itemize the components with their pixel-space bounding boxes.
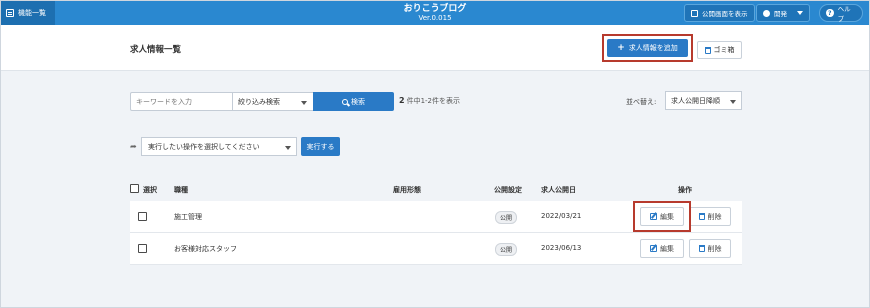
run-action-button[interactable]: 実行する bbox=[301, 137, 340, 156]
sort-label: 並べ替え: bbox=[626, 98, 657, 106]
plus-icon: + bbox=[617, 42, 625, 53]
filter-select-label: 絞り込み検索 bbox=[238, 97, 280, 106]
status-badge: 公開 bbox=[495, 243, 518, 256]
search-button[interactable]: 検索 bbox=[313, 92, 394, 111]
header-public-setting: 公開設定 bbox=[494, 186, 522, 194]
result-count: 2 件中1-2件を表示 bbox=[399, 96, 460, 106]
trash-icon bbox=[698, 245, 705, 252]
select-all-checkbox[interactable] bbox=[130, 184, 139, 193]
chevron-down-icon bbox=[730, 100, 736, 104]
add-button-highlight: + 求人情報を追加 bbox=[602, 34, 693, 62]
dev-menu-label: 開発 bbox=[774, 10, 787, 18]
publish-date: 2022/03/21 bbox=[541, 212, 582, 220]
search-icon bbox=[342, 98, 348, 105]
row-checkbox[interactable] bbox=[138, 212, 147, 221]
table-header: 選択 職種 雇用形態 公開設定 求人公開日 操作 bbox=[130, 183, 742, 197]
delete-label: 削除 bbox=[707, 212, 722, 221]
delete-button[interactable]: 削除 bbox=[689, 207, 731, 226]
bulk-action-select[interactable]: 実行したい操作を選択してください bbox=[141, 137, 297, 156]
header-select: 選択 bbox=[143, 186, 157, 194]
external-link-icon bbox=[691, 9, 698, 17]
status-badge: 公開 bbox=[495, 211, 518, 224]
chevron-down-icon bbox=[285, 146, 291, 150]
public-view-button[interactable]: 公開画面を表示 bbox=[684, 4, 755, 22]
sort-select-value: 求人公開日降順 bbox=[671, 96, 720, 105]
edit-button[interactable]: 編集 bbox=[640, 239, 684, 258]
edit-label: 編集 bbox=[660, 244, 674, 253]
keyword-input[interactable] bbox=[130, 92, 233, 111]
search-button-label: 検索 bbox=[351, 97, 365, 106]
header-publish-date: 求人公開日 bbox=[541, 186, 576, 194]
result-count-number: 2 bbox=[399, 96, 405, 105]
public-view-label: 公開画面を表示 bbox=[702, 10, 748, 18]
page-header: 求人情報一覧 + 求人情報を追加 ゴミ箱 bbox=[1, 25, 869, 71]
job-type: お客様対応スタッフ bbox=[174, 245, 237, 253]
chevron-down-icon bbox=[301, 101, 307, 105]
dev-menu-button[interactable]: 開発 bbox=[756, 4, 810, 22]
header-employment: 雇用形態 bbox=[393, 186, 421, 194]
top-bar: 機能一覧 おりこうブログ Ver.0.015 公開画面を表示 開発 ? ヘルプ bbox=[1, 1, 869, 25]
help-label: ヘルプ bbox=[837, 5, 851, 23]
edit-button-highlight bbox=[633, 201, 691, 232]
row-checkbox[interactable] bbox=[138, 244, 147, 253]
trash-icon bbox=[704, 46, 711, 54]
share-arrow-icon: ➦ bbox=[130, 142, 137, 151]
user-icon bbox=[763, 9, 770, 17]
publish-date: 2023/06/13 bbox=[541, 244, 582, 252]
trash-button[interactable]: ゴミ箱 bbox=[697, 41, 742, 59]
header-actions: 操作 bbox=[678, 186, 692, 194]
trash-label: ゴミ箱 bbox=[713, 46, 735, 54]
add-job-button[interactable]: + 求人情報を追加 bbox=[607, 39, 688, 57]
table-row: お客様対応スタッフ 公開 2023/06/13 編集 削除 bbox=[130, 233, 742, 265]
chevron-down-icon bbox=[797, 11, 803, 15]
add-job-label: 求人情報を追加 bbox=[628, 44, 678, 52]
sort-select[interactable]: 求人公開日降順 bbox=[665, 91, 742, 110]
page-title: 求人情報一覧 bbox=[130, 45, 182, 55]
bulk-action-placeholder: 実行したい操作を選択してください bbox=[148, 142, 260, 151]
trash-icon bbox=[698, 213, 705, 220]
header-job-type: 職種 bbox=[174, 186, 188, 194]
result-count-text: 件中1-2件を表示 bbox=[406, 97, 461, 105]
help-button[interactable]: ? ヘルプ bbox=[819, 4, 863, 23]
delete-button[interactable]: 削除 bbox=[689, 239, 731, 258]
job-type: 施工管理 bbox=[174, 213, 202, 221]
filter-select[interactable]: 絞り込み検索 bbox=[232, 92, 314, 111]
edit-icon bbox=[650, 245, 657, 252]
delete-label: 削除 bbox=[707, 244, 722, 253]
question-icon: ? bbox=[826, 9, 834, 17]
